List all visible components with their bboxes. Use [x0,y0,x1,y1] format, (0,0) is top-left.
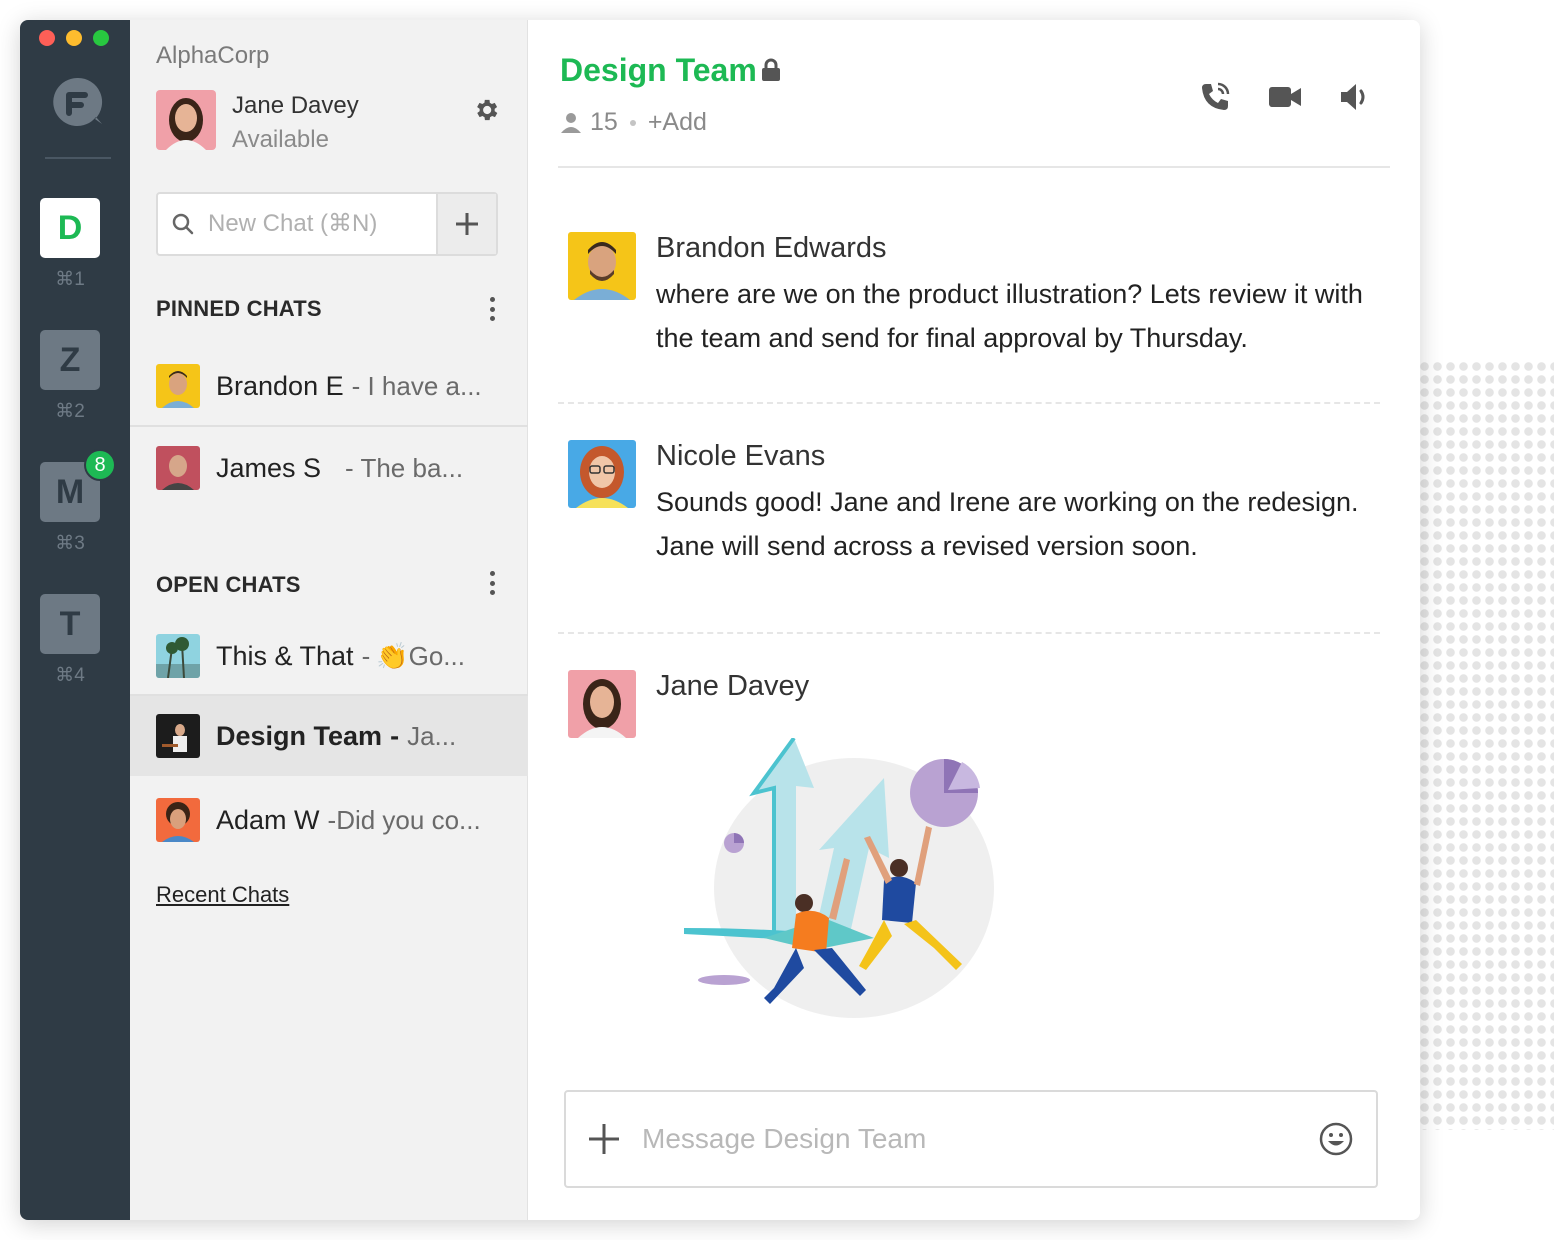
app-logo-icon [51,76,103,128]
chat-item-james[interactable]: James S - The ba... [130,428,528,508]
shared-illustration-image[interactable] [664,736,994,1038]
user-avatar[interactable] [156,90,216,150]
chat-main: Design Team 15 +Add Brandon Edwards wher… [528,20,1420,1220]
chat-item-design-team[interactable]: Design Team - Ja... [130,696,528,776]
chat-preview-dash: - [390,720,400,751]
chat-preview: Go... [408,640,465,671]
workspace-z-shortcut: ⌘2 [55,401,85,422]
workspace-m-shortcut: ⌘3 [55,533,85,554]
open-chats-heading: OPEN CHATS [156,572,301,597]
message-author: Nicole Evans [656,440,826,472]
background-dot-pattern [1418,360,1554,1130]
chat-name: Design Team [216,720,383,751]
user-name: Jane Davey [232,92,359,119]
message-text: Sounds good! Jane and Irene are working … [656,487,1359,561]
message-text: where are we on the product illustration… [656,279,1363,353]
gear-icon[interactable] [472,96,500,124]
recent-chats-link[interactable]: Recent Chats [156,882,289,908]
message-divider [558,632,1380,634]
pinned-chats-menu-icon[interactable] [482,294,502,324]
add-member-button[interactable]: +Add [648,108,707,137]
message-author: Brandon Edwards [656,232,887,264]
separator-dot [629,119,636,126]
avatar[interactable] [568,232,636,300]
avatar [156,446,200,490]
chat-preview: Ja... [407,720,457,751]
avatar[interactable] [568,440,636,508]
chat-preview: - The ba... [345,452,464,483]
avatar [156,714,200,758]
workspace-t-shortcut: ⌘4 [55,665,85,686]
plus-icon [456,213,478,235]
chat-item-this-and-that[interactable]: This & That - 👏 Go... [130,616,528,696]
minimize-window-button[interactable] [66,30,82,46]
workspace-t[interactable]: T [40,594,100,654]
chat-item-brandon[interactable]: Brandon E - I have a... [130,346,528,426]
unread-badge: 8 [84,449,116,481]
chat-preview: - I have a... [351,370,482,401]
message-divider [558,402,1380,404]
chat-sidebar: AlphaCorp Jane Davey Available PINNED CH… [130,20,528,1220]
new-chat-button[interactable] [436,194,496,254]
lock-icon [760,58,782,82]
chat-preview: -Did you co... [327,804,481,835]
app-window: D ⌘1 Z ⌘2 M 8 ⌘3 T ⌘4 AlphaCorp Jane Dav… [20,20,1420,1220]
new-chat-search [156,192,498,256]
close-window-button[interactable] [39,30,55,46]
zoom-window-button[interactable] [93,30,109,46]
avatar [156,634,200,678]
chat-divider [130,425,528,427]
avatar[interactable] [568,670,636,738]
new-chat-input[interactable] [208,194,436,254]
video-icon[interactable] [1268,80,1302,114]
member-count[interactable]: 15 [590,108,618,137]
pinned-chats-heading: PINNED CHATS [156,296,322,321]
channel-members: 15 +Add [560,108,707,137]
chat-name: Adam W [216,804,320,835]
channel-title: Design Team [560,52,757,88]
user-status: Available [232,126,329,153]
message-composer [564,1090,1378,1188]
workspace-z[interactable]: Z [40,330,100,390]
chat-preview-dash: - [361,640,371,671]
chat-item-adam[interactable]: Adam W -Did you co... [130,780,528,860]
chat-name: This & That [216,640,354,671]
header-divider [558,166,1390,168]
phone-icon[interactable] [1198,80,1232,114]
window-controls [39,30,109,46]
workspace-rail: D ⌘1 Z ⌘2 M 8 ⌘3 T ⌘4 [20,20,130,1220]
call-controls [1198,80,1372,114]
rail-divider [45,157,111,159]
emoji-icon[interactable] [1296,1122,1376,1156]
workspace-d-shortcut: ⌘1 [55,269,85,290]
chat-name: James S [216,452,322,483]
workspace-d[interactable]: D [40,198,100,258]
attach-plus-icon[interactable] [566,1122,642,1156]
message-author: Jane Davey [656,670,810,702]
speaker-icon[interactable] [1338,80,1372,114]
clap-emoji-icon: 👏 [376,640,409,671]
open-chats-menu-icon[interactable] [482,568,502,598]
search-icon [158,194,208,254]
avatar [156,798,200,842]
person-icon [561,112,581,133]
avatar [156,364,200,408]
chat-name: Brandon E [216,370,344,401]
organization-name: AlphaCorp [156,42,270,69]
message-input[interactable] [642,1123,1296,1155]
